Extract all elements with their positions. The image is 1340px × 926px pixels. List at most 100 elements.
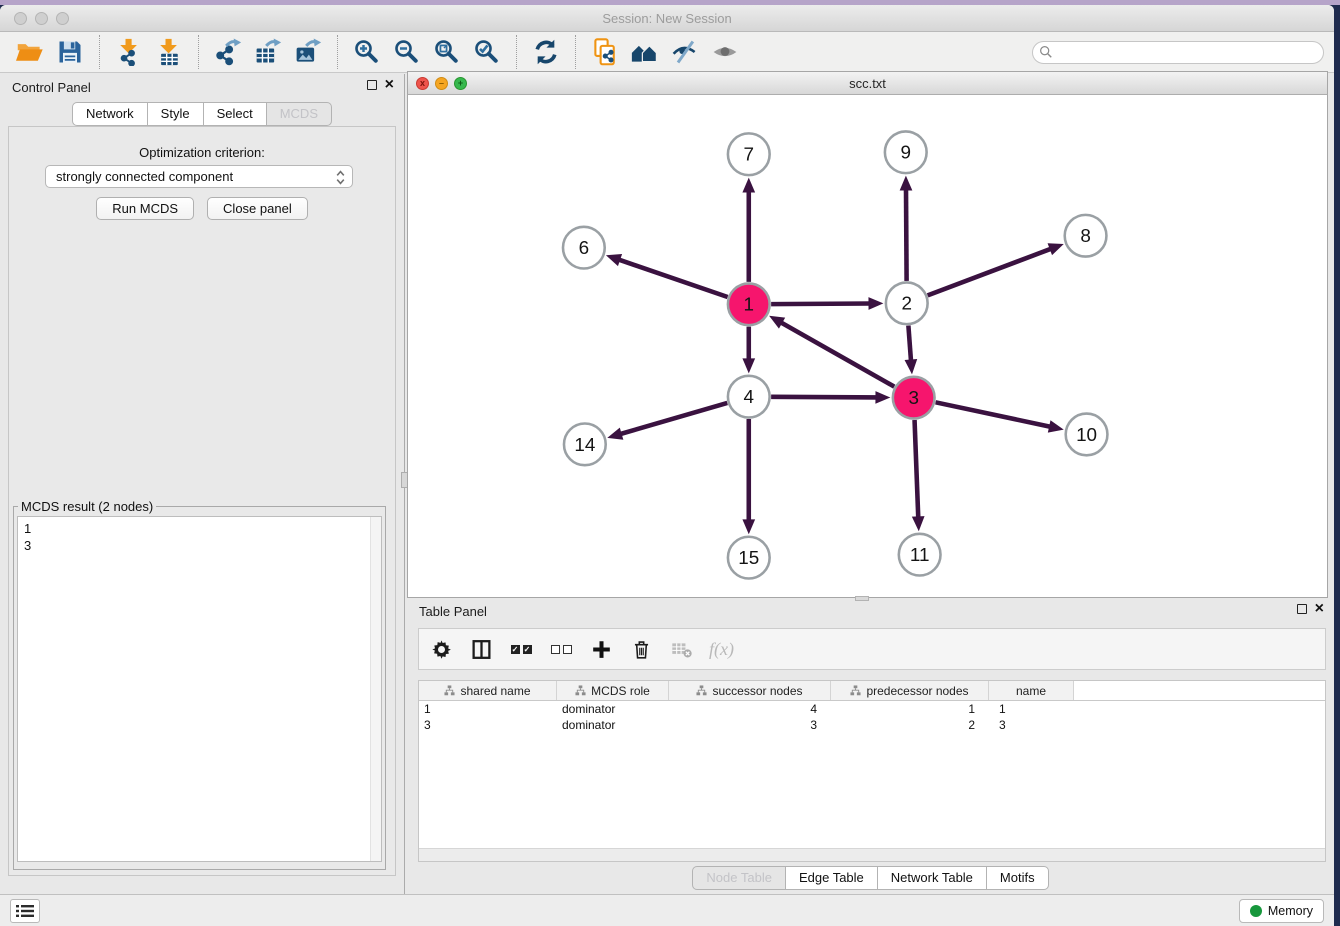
network-graph[interactable]: 7 9 6 8 1 2 4 3 14 10 15 11 xyxy=(408,95,1327,597)
graph-node-2[interactable]: 2 xyxy=(886,282,928,324)
export-image-icon[interactable] xyxy=(292,36,324,68)
table-horizontal-scrollbar[interactable] xyxy=(419,848,1325,861)
graph-edge-arrow xyxy=(868,297,883,310)
gear-icon[interactable] xyxy=(429,637,453,661)
graph-edge-1-2[interactable] xyxy=(771,304,871,305)
network-window-titlebar[interactable]: x – + scc.txt xyxy=(407,71,1328,95)
graph-node-10[interactable]: 10 xyxy=(1066,414,1108,456)
cell-successor-nodes[interactable]: 3 xyxy=(669,718,831,732)
tab-edge-table[interactable]: Edge Table xyxy=(785,866,878,890)
split-columns-icon[interactable] xyxy=(469,637,493,661)
copy-network-icon[interactable] xyxy=(589,36,621,68)
graph-node-9[interactable]: 9 xyxy=(885,131,927,173)
float-table-panel-icon[interactable] xyxy=(1297,604,1307,614)
right-column: x – + scc.txt 7968124314101511 Table Pan… xyxy=(407,74,1334,894)
graph-edge-2-8[interactable] xyxy=(928,248,1053,295)
control-panel-tabs: NetworkStyleSelectMCDS xyxy=(0,102,404,126)
memory-label: Memory xyxy=(1268,904,1313,918)
graph-edge-arrow xyxy=(1048,243,1064,255)
cell-name[interactable]: 1 xyxy=(989,702,1074,716)
graph-edge-3-10[interactable] xyxy=(936,402,1053,427)
graph-node-14[interactable]: 14 xyxy=(564,423,606,465)
tab-node-table[interactable]: Node Table xyxy=(692,866,786,890)
graph-edge-1-6[interactable] xyxy=(617,259,727,297)
cell-shared-name[interactable]: 3 xyxy=(419,718,557,732)
column-header-shared-name[interactable]: shared name xyxy=(419,681,557,700)
select-all-columns-icon[interactable]: ✓✓ xyxy=(509,637,533,661)
column-header-name[interactable]: name xyxy=(989,681,1074,700)
deselect-all-columns-icon[interactable]: ✓✓ xyxy=(549,637,573,661)
tab-mcds[interactable]: MCDS xyxy=(266,102,332,126)
graph-node-11[interactable]: 11 xyxy=(899,534,941,576)
mcds-result-title: MCDS result (2 nodes) xyxy=(18,499,156,514)
horizontal-splitter-grip[interactable] xyxy=(855,596,869,601)
open-session-icon[interactable] xyxy=(14,36,46,68)
search-icon xyxy=(1039,45,1053,59)
zoom-out-icon[interactable] xyxy=(391,36,423,68)
tab-network-table[interactable]: Network Table xyxy=(877,866,987,890)
graph-node-4[interactable]: 4 xyxy=(728,376,770,418)
column-header-MCDS-role[interactable]: MCDS role xyxy=(557,681,669,700)
cell-MCDS-role[interactable]: dominator xyxy=(557,702,669,716)
cell-name[interactable]: 3 xyxy=(989,718,1074,732)
svg-text:4: 4 xyxy=(744,386,755,407)
home-icon[interactable] xyxy=(629,36,661,68)
graph-edge-4-3[interactable] xyxy=(771,397,878,398)
graph-node-8[interactable]: 8 xyxy=(1065,215,1107,257)
task-history-button[interactable] xyxy=(10,899,40,923)
tab-select[interactable]: Select xyxy=(203,102,267,126)
graph-edge-3-1[interactable] xyxy=(779,322,894,387)
delete-table-icon[interactable] xyxy=(669,637,693,661)
graph-node-15[interactable]: 15 xyxy=(728,537,770,579)
save-session-icon[interactable] xyxy=(54,36,86,68)
run-mcds-button[interactable]: Run MCDS xyxy=(96,197,194,220)
export-table-icon[interactable] xyxy=(252,36,284,68)
cell-predecessor-nodes[interactable]: 1 xyxy=(831,702,989,716)
graph-node-6[interactable]: 6 xyxy=(563,227,605,269)
graph-node-3[interactable]: 3 xyxy=(893,377,935,419)
import-network-icon[interactable] xyxy=(113,36,145,68)
show-graphics-icon[interactable] xyxy=(709,36,741,68)
optimization-criterion-select[interactable]: strongly connected component xyxy=(45,165,353,188)
tab-network[interactable]: Network xyxy=(72,102,148,126)
graph-edge-arrow xyxy=(912,516,925,531)
svg-text:15: 15 xyxy=(738,547,759,568)
cell-shared-name[interactable]: 1 xyxy=(419,702,557,716)
close-panel-icon[interactable]: × xyxy=(385,80,394,90)
window-title: Session: New Session xyxy=(0,11,1334,26)
search-input[interactable] xyxy=(1032,41,1324,64)
mcds-result-text[interactable]: 1 3 xyxy=(17,516,382,862)
graph-node-1[interactable]: 1 xyxy=(728,283,770,325)
refresh-layout-icon[interactable] xyxy=(530,36,562,68)
network-canvas[interactable]: 7 9 6 8 1 2 4 3 14 10 15 11 xyxy=(407,95,1328,598)
zoom-in-icon[interactable] xyxy=(351,36,383,68)
window-titlebar[interactable]: Session: New Session xyxy=(0,5,1334,32)
hide-graphics-icon[interactable] xyxy=(669,36,701,68)
float-panel-icon[interactable] xyxy=(367,80,377,90)
graph-edge-2-9[interactable] xyxy=(906,188,907,281)
add-column-icon[interactable] xyxy=(589,637,613,661)
column-header-successor-nodes[interactable]: successor nodes xyxy=(669,681,831,700)
graph-edge-4-14[interactable] xyxy=(619,403,728,435)
table-row[interactable]: 1dominator411 xyxy=(419,701,1325,717)
cell-predecessor-nodes[interactable]: 2 xyxy=(831,718,989,732)
cell-MCDS-role[interactable]: dominator xyxy=(557,718,669,732)
graph-edge-2-3[interactable] xyxy=(908,326,911,363)
import-table-icon[interactable] xyxy=(153,36,185,68)
graph-edge-3-11[interactable] xyxy=(915,420,919,519)
tab-style[interactable]: Style xyxy=(147,102,204,126)
graph-node-7[interactable]: 7 xyxy=(728,133,770,175)
zoom-fit-icon[interactable] xyxy=(431,36,463,68)
table-row[interactable]: 3dominator323 xyxy=(419,717,1325,733)
function-builder-icon[interactable]: f(x) xyxy=(709,639,734,660)
cell-successor-nodes[interactable]: 4 xyxy=(669,702,831,716)
close-panel-button[interactable]: Close panel xyxy=(207,197,308,220)
delete-column-icon[interactable] xyxy=(629,637,653,661)
tab-motifs[interactable]: Motifs xyxy=(986,866,1049,890)
zoom-selected-icon[interactable] xyxy=(471,36,503,68)
memory-button[interactable]: Memory xyxy=(1239,899,1324,923)
column-header-predecessor-nodes[interactable]: predecessor nodes xyxy=(831,681,989,700)
close-table-panel-icon[interactable]: × xyxy=(1315,604,1324,614)
result-scrollbar[interactable] xyxy=(370,517,381,861)
export-network-icon[interactable] xyxy=(212,36,244,68)
